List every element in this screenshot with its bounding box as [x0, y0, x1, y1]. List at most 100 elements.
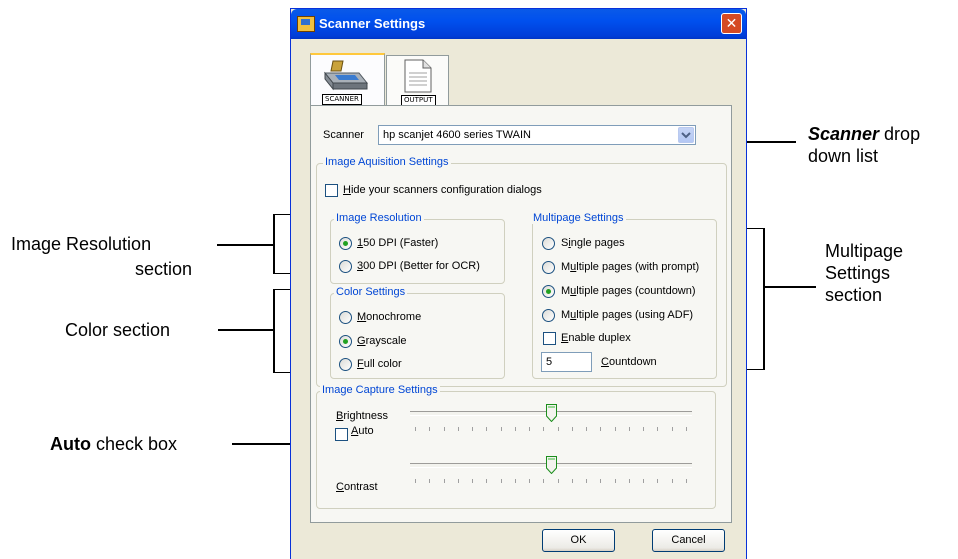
- countdown-accel: C: [601, 356, 609, 368]
- slider-tick: [415, 427, 416, 431]
- callout-color: Color section: [65, 320, 171, 340]
- radio-monochrome-text: onochrome: [366, 311, 422, 323]
- radio-single-pages[interactable]: [542, 237, 555, 250]
- slider-tick: [501, 479, 502, 483]
- contrast-thumb[interactable]: [546, 456, 557, 474]
- ok-button[interactable]: OK: [542, 529, 615, 552]
- slider-tick: [615, 427, 616, 431]
- image-acquisition-label: Image Aquisition Settings: [323, 156, 451, 168]
- brightness-thumb[interactable]: [546, 404, 557, 422]
- slider-tick: [672, 427, 673, 431]
- brightness-slider[interactable]: [410, 404, 692, 438]
- slider-tick: [629, 427, 630, 431]
- adf-text: ltiple pages (using ADF): [576, 309, 694, 321]
- brightness-ticks: [415, 427, 687, 433]
- radio-full-color[interactable]: [339, 358, 352, 371]
- radio-grayscale-accel: G: [357, 335, 366, 347]
- auto-label: Auto: [351, 425, 374, 437]
- radio-300-dpi-label: 300 DPI (Better for OCR): [357, 260, 480, 272]
- radio-grayscale[interactable]: [339, 335, 352, 348]
- duplex-text: nable duplex: [568, 332, 631, 344]
- contrast-label: Contrast: [336, 481, 378, 493]
- color-settings-label: Color Settings: [334, 286, 408, 298]
- slider-tick: [686, 479, 687, 483]
- hide-dialogs-label-rest: ide your scanners configuration dialogs: [350, 184, 542, 196]
- radio-monochrome[interactable]: [339, 311, 352, 324]
- auto-text: uto: [358, 425, 374, 437]
- slider-tick: [600, 427, 601, 431]
- scanner-icon: [323, 60, 369, 91]
- enable-duplex-label: Enable duplex: [561, 332, 631, 344]
- radio-monochrome-label: Monochrome: [357, 311, 421, 323]
- hide-dialogs-checkbox[interactable]: [325, 184, 338, 197]
- callout-line: [764, 286, 816, 288]
- slider-tick: [529, 427, 530, 431]
- radio-grayscale-label: Grayscale: [357, 335, 407, 347]
- slider-tick: [444, 479, 445, 483]
- radio-multiple-countdown-label: Multiple pages (countdown): [561, 285, 696, 297]
- countdown-opt-pre: M: [561, 285, 571, 297]
- radio-multiple-with-prompt-label: Multiple pages (with prompt): [561, 261, 699, 273]
- slider-tick: [643, 427, 644, 431]
- radio-150-dpi-text: 50 DPI (Faster): [363, 237, 439, 249]
- cancel-button[interactable]: Cancel: [652, 529, 725, 552]
- slider-tick: [657, 479, 658, 483]
- radio-150-dpi[interactable]: [339, 237, 352, 250]
- countdown-input[interactable]: 5: [541, 352, 592, 372]
- radio-300-dpi[interactable]: [339, 260, 352, 273]
- slider-tick: [672, 479, 673, 483]
- slider-tick: [615, 479, 616, 483]
- callout-line: [218, 329, 273, 331]
- slider-tick: [486, 479, 487, 483]
- countdown-text: ountdown: [608, 356, 657, 368]
- callout-scanner-line2: down list: [808, 146, 879, 166]
- callout-bracket: [273, 214, 275, 274]
- radio-monochrome-accel: M: [357, 311, 367, 323]
- callout-scanner-rest: drop: [879, 124, 921, 144]
- tab-scanner[interactable]: SCANNER: [310, 53, 385, 106]
- scanner-label: Scanner: [323, 129, 364, 141]
- callout-image-resolution-line2: section: [135, 259, 193, 279]
- countdown-opt-text: ltiple pages (countdown): [576, 285, 696, 297]
- radio-multiple-with-prompt[interactable]: [542, 261, 555, 274]
- scanner-dropdown[interactable]: hp scanjet 4600 series TWAIN: [378, 125, 696, 145]
- radio-150-dpi-label: 150 DPI (Faster): [357, 237, 438, 249]
- contrast-slider[interactable]: [410, 456, 692, 490]
- scanner-dropdown-value: hp scanjet 4600 series TWAIN: [383, 129, 531, 141]
- slider-tick: [543, 427, 544, 431]
- radio-multiple-countdown[interactable]: [542, 285, 555, 298]
- enable-duplex-checkbox[interactable]: [543, 332, 556, 345]
- radio-single-pages-label: Single pages: [561, 237, 625, 249]
- slider-tick: [458, 479, 459, 483]
- slider-tick: [486, 427, 487, 431]
- tab-output[interactable]: OUTPUT: [386, 55, 449, 106]
- slider-tick: [629, 479, 630, 483]
- radio-multiple-adf[interactable]: [542, 309, 555, 322]
- slider-tick: [515, 479, 516, 483]
- slider-tick: [572, 427, 573, 431]
- slider-tick: [444, 427, 445, 431]
- callout-multipage-line1: Multipage: [825, 241, 904, 261]
- callout-bracket: [763, 228, 765, 370]
- image-resolution-label: Image Resolution: [334, 212, 424, 224]
- slider-tick: [558, 479, 559, 483]
- slider-tick: [572, 479, 573, 483]
- callout-multipage: Multipage Settings section: [825, 240, 903, 306]
- close-button[interactable]: ✕: [721, 13, 742, 34]
- hide-dialogs-label: Hide your scanners configuration dialogs: [343, 184, 542, 196]
- window-title: Scanner Settings: [319, 16, 426, 31]
- title-bar[interactable]: Scanner Settings ✕: [291, 9, 746, 39]
- tab-panel: Scanner hp scanjet 4600 series TWAIN Ima…: [310, 105, 732, 523]
- radio-multiple-adf-label: Multiple pages (using ADF): [561, 309, 693, 321]
- image-capture-label: Image Capture Settings: [320, 384, 440, 396]
- app-icon: [297, 16, 315, 32]
- contrast-ticks: [415, 479, 687, 485]
- radio-300-dpi-text: 00 DPI (Better for OCR): [363, 260, 480, 272]
- callout-auto: Auto check box: [50, 433, 177, 455]
- brightness-label: Brightness: [336, 410, 388, 422]
- callout-auto-bold: Auto: [50, 434, 91, 454]
- chevron-down-icon[interactable]: [678, 127, 694, 143]
- auto-checkbox[interactable]: [335, 428, 348, 441]
- callout-multipage-line3: section: [825, 285, 883, 305]
- radio-full-color-label: Full color: [357, 358, 402, 370]
